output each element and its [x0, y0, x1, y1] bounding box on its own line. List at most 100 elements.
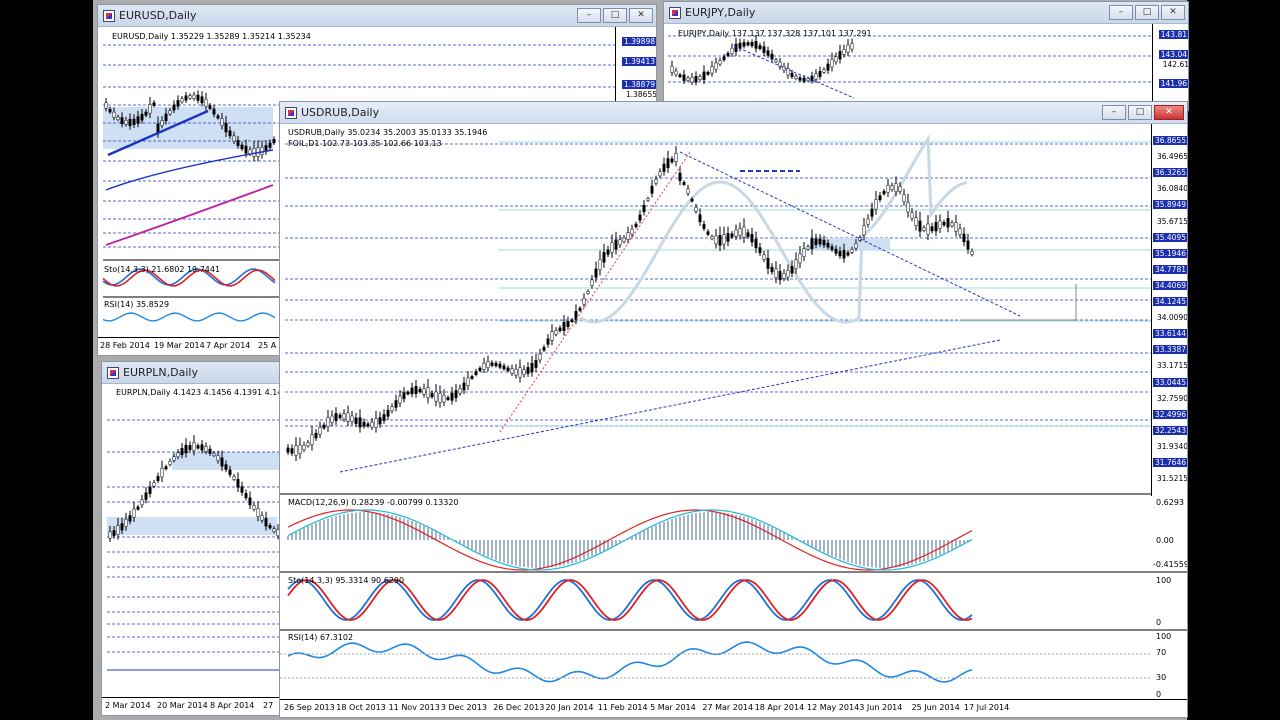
- candle: [200, 444, 204, 451]
- candle: [490, 362, 494, 366]
- candle: [594, 268, 598, 278]
- candle: [802, 248, 806, 257]
- candle: [418, 388, 422, 393]
- candle: [132, 508, 136, 518]
- date-label: 20 Jan 2014: [545, 703, 594, 712]
- candle: [702, 224, 706, 229]
- candle: [474, 371, 478, 375]
- eurpln-chart-window[interactable]: EURPLN,Daily EURPLN,Daily 4.1423 4.1456 …: [101, 361, 281, 716]
- candle: [382, 414, 386, 421]
- usdrub-chart-canvas[interactable]: [280, 102, 1188, 718]
- candle: [132, 118, 136, 125]
- date-label: 5 Mar 2014: [650, 703, 696, 712]
- date-label: 25 Jun 2014: [911, 703, 960, 712]
- date-label: 2 Mar 2014: [105, 701, 151, 710]
- price-label: 1.38879: [621, 80, 656, 89]
- candle: [450, 392, 454, 401]
- candle: [842, 250, 846, 259]
- candle: [826, 242, 830, 248]
- candle: [758, 247, 762, 254]
- date-label: 3 Dec 2013: [440, 703, 487, 712]
- eurpln-chart-canvas[interactable]: [102, 362, 281, 716]
- candle: [350, 415, 354, 423]
- candle: [184, 95, 188, 101]
- candle: [264, 518, 268, 527]
- candle: [802, 77, 806, 82]
- candle: [240, 144, 244, 150]
- candle: [204, 446, 208, 452]
- candle: [606, 249, 610, 255]
- candle: [834, 56, 838, 63]
- candle: [930, 226, 934, 232]
- usdrub-price-axis: 36.8655 36.4965 36.3265 36.0840 35.8949 35.67…: [1151, 124, 1187, 496]
- candle: [314, 432, 318, 439]
- price-label: 32.4996: [1152, 409, 1187, 419]
- candle: [160, 120, 164, 126]
- moving-average: [105, 149, 274, 191]
- candle: [148, 104, 152, 114]
- candle: [136, 506, 140, 510]
- candle: [794, 75, 798, 79]
- candle: [136, 116, 140, 124]
- candle: [310, 434, 314, 446]
- sto-main-line: [287, 579, 973, 621]
- candle: [774, 59, 778, 63]
- candle: [630, 228, 634, 235]
- candle: [220, 457, 224, 467]
- candle: [926, 223, 930, 235]
- candle: [286, 447, 290, 453]
- candle: [678, 74, 682, 78]
- candle: [498, 363, 502, 368]
- candle: [818, 238, 822, 245]
- sto-label: Sto(14,3,3) 95.3314 90.6290: [288, 576, 405, 585]
- candle: [890, 185, 894, 190]
- candle: [546, 338, 550, 345]
- candle: [966, 240, 970, 250]
- candle: [188, 95, 192, 99]
- candle: [878, 195, 882, 201]
- usdrub-chart-window[interactable]: USDRUB,Daily – □ ✕ USDRUB,Daily 35.0234 …: [279, 101, 1188, 718]
- candle: [674, 153, 678, 162]
- candle: [602, 252, 606, 263]
- candle: [290, 448, 294, 454]
- macd-tick: -0.41559: [1153, 560, 1188, 569]
- candle: [866, 218, 870, 225]
- candle: [342, 413, 346, 420]
- candle: [570, 319, 574, 323]
- eurjpy-price-axis: 143.81 143.04 142.61 141.96: [1152, 24, 1188, 110]
- candle: [326, 417, 330, 427]
- price-label: 33.6144: [1152, 329, 1187, 339]
- candle: [658, 171, 662, 177]
- candle: [116, 116, 120, 120]
- candle: [458, 388, 462, 394]
- candle: [402, 392, 406, 400]
- candle: [514, 368, 518, 376]
- price-label: 35.8949: [1152, 200, 1187, 210]
- date-label: 27: [263, 701, 274, 710]
- candle: [168, 110, 172, 115]
- candle: [306, 442, 310, 447]
- candle: [260, 146, 264, 155]
- candle: [330, 415, 334, 423]
- price-label: 143.81: [1158, 30, 1188, 39]
- candle: [970, 251, 974, 255]
- candle: [730, 47, 734, 54]
- candle: [470, 376, 474, 379]
- eurjpy-chart-window[interactable]: EURJPY,Daily – □ ✕ EURJPY,Daily 137.137 …: [663, 1, 1189, 111]
- candle: [152, 102, 156, 106]
- candle: [386, 409, 390, 417]
- candle: [726, 233, 730, 242]
- eurjpy-chart-canvas[interactable]: [664, 2, 1189, 111]
- candle: [272, 139, 276, 144]
- usdrub-overlay-info: FOIL,D1 102.73 103.35 102.66 103.13: [288, 139, 442, 148]
- candle: [738, 42, 742, 49]
- price-label: 33.0445: [1152, 377, 1187, 387]
- candle: [778, 271, 782, 281]
- candle: [666, 158, 670, 169]
- price-label: 33.3387: [1152, 345, 1187, 355]
- rsi-line: [102, 312, 276, 322]
- candle: [334, 413, 338, 421]
- price-label: 36.3265: [1152, 168, 1187, 178]
- candle: [654, 178, 658, 184]
- candle: [482, 362, 486, 370]
